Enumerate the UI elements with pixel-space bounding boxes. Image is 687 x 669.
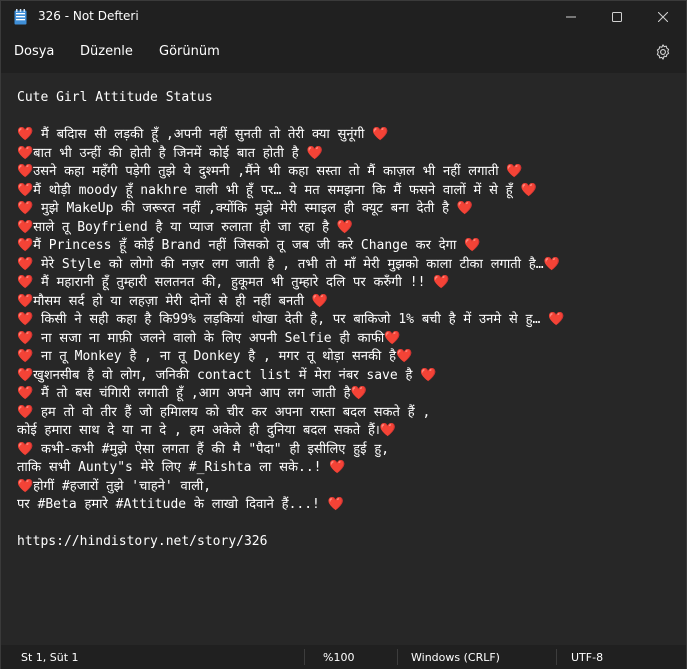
text-line: ❤️होगीं #हजारों तुझे 'चाहने' वाली, bbox=[17, 478, 212, 494]
menu-view[interactable]: Görünüm bbox=[159, 44, 220, 59]
status-bar: St 1, Süt 1 %100 Windows (CRLF) UTF-8 bbox=[1, 645, 686, 669]
text-line: ❤️ मेरे Style को लोगो की नज़र लग जाती है… bbox=[17, 256, 560, 272]
close-button[interactable] bbox=[640, 1, 686, 33]
maximize-button[interactable] bbox=[594, 1, 640, 33]
status-divider bbox=[304, 649, 305, 665]
text-line: ❤️ मैं तो बस चंगिारी लगाती हूँ ,आग अपने … bbox=[17, 386, 367, 401]
text-line: ❤️उसने कहा महँगी पड़ेगी तुझे ये दुश्मनी … bbox=[17, 164, 523, 179]
title-bar[interactable]: 326 - Not Defteri bbox=[1, 1, 686, 33]
text-line: ❤️ मुझे MakeUp की जरूरत नहीं ,क्योंकि मु… bbox=[17, 201, 474, 216]
menu-bar: Dosya Düzenle Görünüm bbox=[1, 33, 686, 73]
menu-file[interactable]: Dosya bbox=[14, 44, 54, 59]
encoding: UTF-8 bbox=[571, 651, 604, 664]
text-line: ❤️ मैं बदिास सी लड़की हूँ ,अपनी नहीं सुन… bbox=[17, 127, 389, 142]
text-line: ❤️मौसम सर्द हो या लहज़ा मेरी दोनों से ही… bbox=[17, 293, 329, 309]
text-line: https://hindistory.net/story/326 bbox=[17, 534, 268, 549]
minimize-button[interactable] bbox=[548, 1, 594, 33]
notepad-app-icon bbox=[14, 9, 27, 25]
menu-edit[interactable]: Düzenle bbox=[80, 44, 133, 59]
gear-icon[interactable] bbox=[654, 43, 672, 61]
text-editor[interactable]: Cute Girl Attitude Status ❤️ मैं बदिास स… bbox=[1, 73, 686, 637]
cursor-position: St 1, Süt 1 bbox=[21, 651, 79, 664]
text-line: ❤️मैं Princess हूँ कोई Brand नहीं जिसको … bbox=[17, 238, 481, 253]
text-line: ❤️साले तू Boyfriend है या प्याज रुलाता ह… bbox=[17, 219, 354, 235]
text-line: ❤️ मैं महारानी हूँ तुम्हारी सलतनत की, हु… bbox=[17, 275, 450, 290]
minimize-icon bbox=[566, 16, 576, 18]
text-line: ❤️बात भी उन्हीं की होती है जिनमें कोई बा… bbox=[17, 145, 323, 161]
text-line: ❤️खुशनसीब है वो लोग, जनिकी contact list … bbox=[17, 367, 437, 383]
text-line: पर #Beta हमारे #Attitude के लाखो दिवाने … bbox=[17, 497, 344, 512]
text-line: ❤️ ना तू Monkey है , ना तू Donkey है , म… bbox=[17, 349, 413, 364]
text-line: ❤️ कभी-कभी #मुझे ऐसा लगता हैं की मै "पैद… bbox=[17, 441, 390, 457]
text-line: ❤️ ना सजा ना माफ़ी जलने वालो के लिए अपनी… bbox=[17, 330, 401, 346]
maximize-icon bbox=[612, 12, 622, 22]
text-line bbox=[17, 108, 677, 127]
line-ending: Windows (CRLF) bbox=[411, 651, 500, 664]
notepad-window: 326 - Not Defteri Dosya Düzenle Görünüm … bbox=[0, 0, 687, 669]
text-line: ताकि सभी Aunty"s मेरे लिए #_Rishta ला सक… bbox=[17, 460, 346, 475]
editor-content[interactable]: Cute Girl Attitude Status ❤️ मैं बदिास स… bbox=[17, 89, 677, 552]
text-line: कोई हमारा साथ दे या ना दे , हम अकेले ही … bbox=[17, 423, 397, 438]
text-line: ❤️ किसी ने सही कहा है कि99% लड़कियां धोख… bbox=[17, 312, 565, 327]
zoom-level: %100 bbox=[323, 651, 355, 664]
close-icon bbox=[658, 12, 668, 22]
window-title: 326 - Not Defteri bbox=[38, 9, 139, 23]
status-divider bbox=[397, 649, 398, 665]
status-divider bbox=[556, 649, 557, 665]
text-line bbox=[17, 515, 677, 534]
text-line: Cute Girl Attitude Status bbox=[17, 90, 213, 105]
text-line: ❤️ हम तो वो तीर हैं जो हमिालय को चीर कर … bbox=[17, 404, 431, 420]
text-line: ❤️मैं थोड़ी moody हूँ nakhre वाली भी हूँ… bbox=[17, 182, 537, 198]
